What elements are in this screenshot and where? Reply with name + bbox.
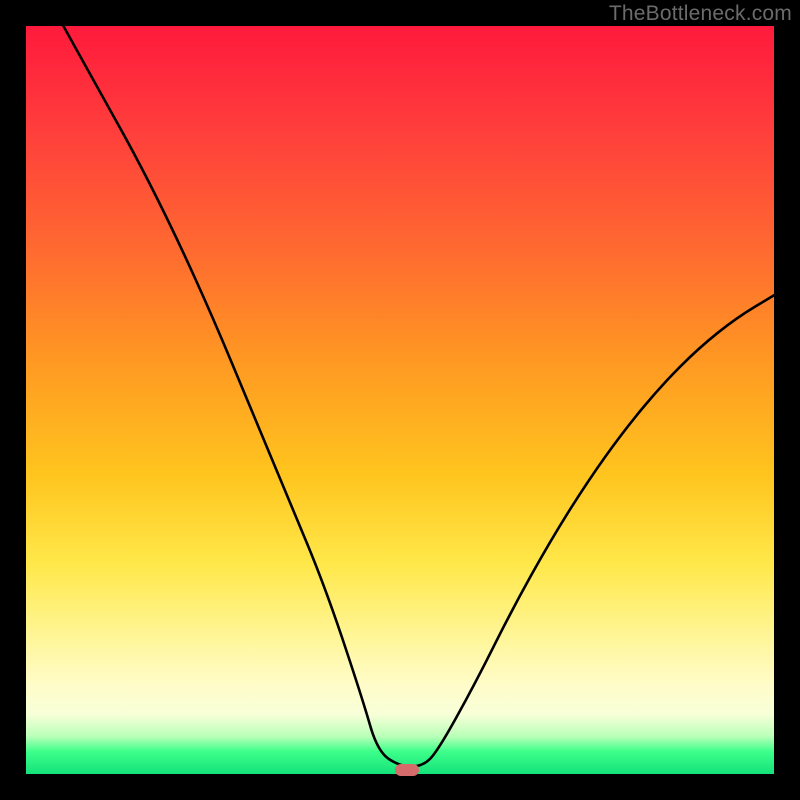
optimum-marker [395, 764, 419, 776]
watermark-text: TheBottleneck.com [609, 2, 792, 26]
chart-frame: TheBottleneck.com [0, 0, 800, 800]
bottleneck-curve [26, 26, 774, 774]
